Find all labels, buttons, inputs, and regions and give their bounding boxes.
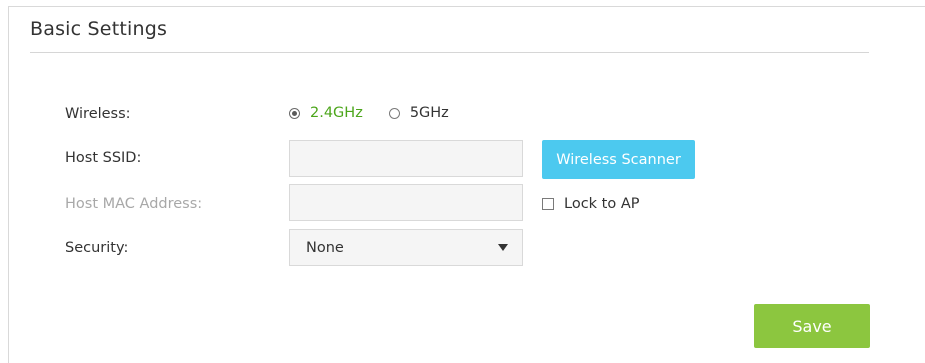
section-title: Basic Settings [30,18,168,40]
security-label: Security: [65,240,129,256]
host-mac-address-field[interactable] [289,184,523,221]
host-ssid-label: Host SSID: [65,150,142,166]
radio-label-5ghz: 5GHz [409,105,449,121]
radio-label-2-4ghz: 2.4GHz [310,105,363,121]
save-button[interactable]: Save [754,304,870,348]
wireless-band-radio-group: 2.4GHz 5GHz [289,105,449,121]
radio-checked-icon[interactable] [289,107,300,119]
dropdown-caret-icon [498,244,508,251]
wireless-label: Wireless: [65,106,131,122]
lock-to-ap-option[interactable]: Lock to AP [542,196,640,212]
radio-option-2-4ghz[interactable]: 2.4GHz [289,105,363,121]
radio-unchecked-icon[interactable] [388,107,400,119]
host-mac-address-input[interactable] [290,185,522,220]
host-ssid-field[interactable] [289,140,523,177]
security-selected-value: None [306,239,344,256]
security-select[interactable]: None [289,229,523,266]
lock-to-ap-checkbox[interactable] [542,198,554,210]
title-divider [30,52,869,53]
wireless-scanner-button[interactable]: Wireless Scanner [542,140,695,179]
radio-option-5ghz[interactable]: 5GHz [388,105,449,121]
host-ssid-input[interactable] [290,141,522,176]
lock-to-ap-label: Lock to AP [564,196,640,212]
basic-settings-panel: Basic Settings Wireless: 2.4GHz 5GHz Hos… [8,6,925,363]
host-mac-address-label: Host MAC Address: [65,196,203,212]
